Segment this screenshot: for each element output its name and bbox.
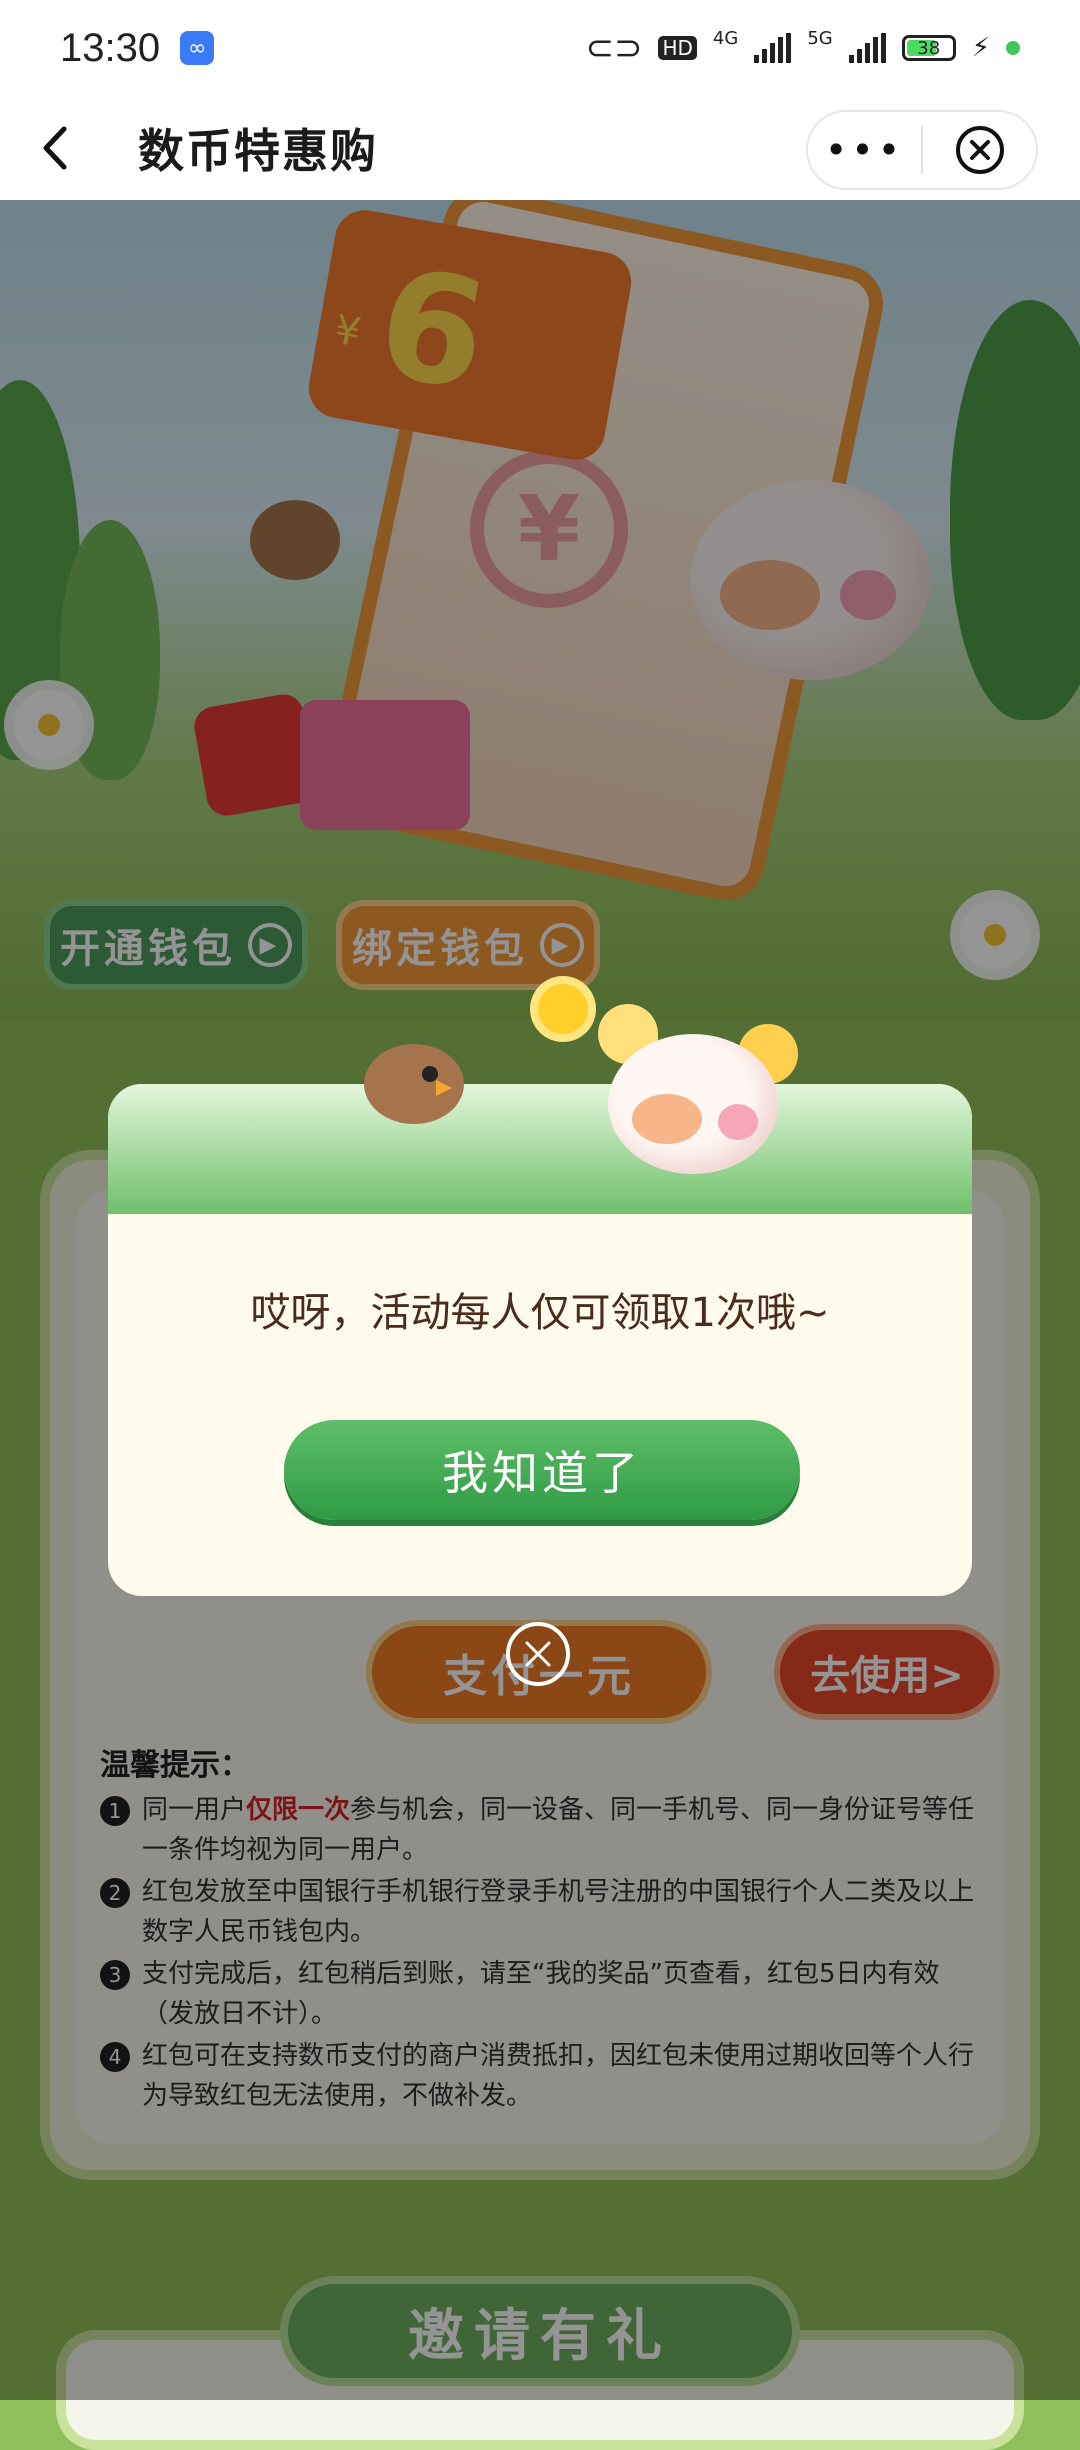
cow-mascot	[538, 984, 798, 1194]
battery-icon: 38	[901, 35, 956, 61]
back-button[interactable]	[0, 96, 110, 200]
close-icon	[525, 1641, 551, 1667]
status-time: 13:30	[60, 25, 161, 70]
link-icon: ⊂⊃	[585, 28, 643, 68]
bird-mascot	[364, 1024, 464, 1124]
status-bar: 13:30 ∞ ⊂⊃ HD 4G 5G 38 ⚡	[0, 0, 1080, 96]
sunflower-icon	[538, 984, 588, 1034]
chevron-left-icon	[43, 126, 67, 170]
got-it-label: 我知道了	[442, 1446, 642, 1500]
signal-icon-1	[754, 33, 792, 63]
page-title: 数币特惠购	[138, 124, 378, 178]
battery-level: 38	[917, 37, 941, 59]
dialog-header	[108, 1084, 972, 1214]
net-5g-label: 5G	[807, 28, 833, 49]
privacy-indicator-dot	[1006, 41, 1020, 55]
dialog-message: 哎呀，活动每人仅可领取1次哦~	[250, 1290, 830, 1336]
net-4g-label: 4G	[712, 28, 739, 49]
got-it-button[interactable]: 我知道了	[284, 1420, 800, 1520]
signal-icon-2	[848, 33, 886, 63]
limit-dialog: 哎呀，活动每人仅可领取1次哦~ 我知道了	[108, 984, 972, 1596]
charging-icon: ⚡	[971, 33, 990, 63]
more-button[interactable]: •••	[808, 112, 921, 188]
nav-bar: 数币特惠购 •••	[0, 96, 1080, 200]
close-mini-app-button[interactable]	[923, 112, 1036, 188]
mini-app-capsule: •••	[806, 110, 1038, 190]
more-dots-icon: •••	[824, 128, 905, 172]
close-circle-icon	[955, 126, 1004, 174]
status-icons: ⊂⊃ HD 4G 5G 38 ⚡	[585, 28, 1020, 68]
dialog-close-button[interactable]	[506, 1622, 570, 1686]
app-notification-icon: ∞	[180, 31, 215, 65]
hd-icon: HD	[658, 36, 697, 60]
